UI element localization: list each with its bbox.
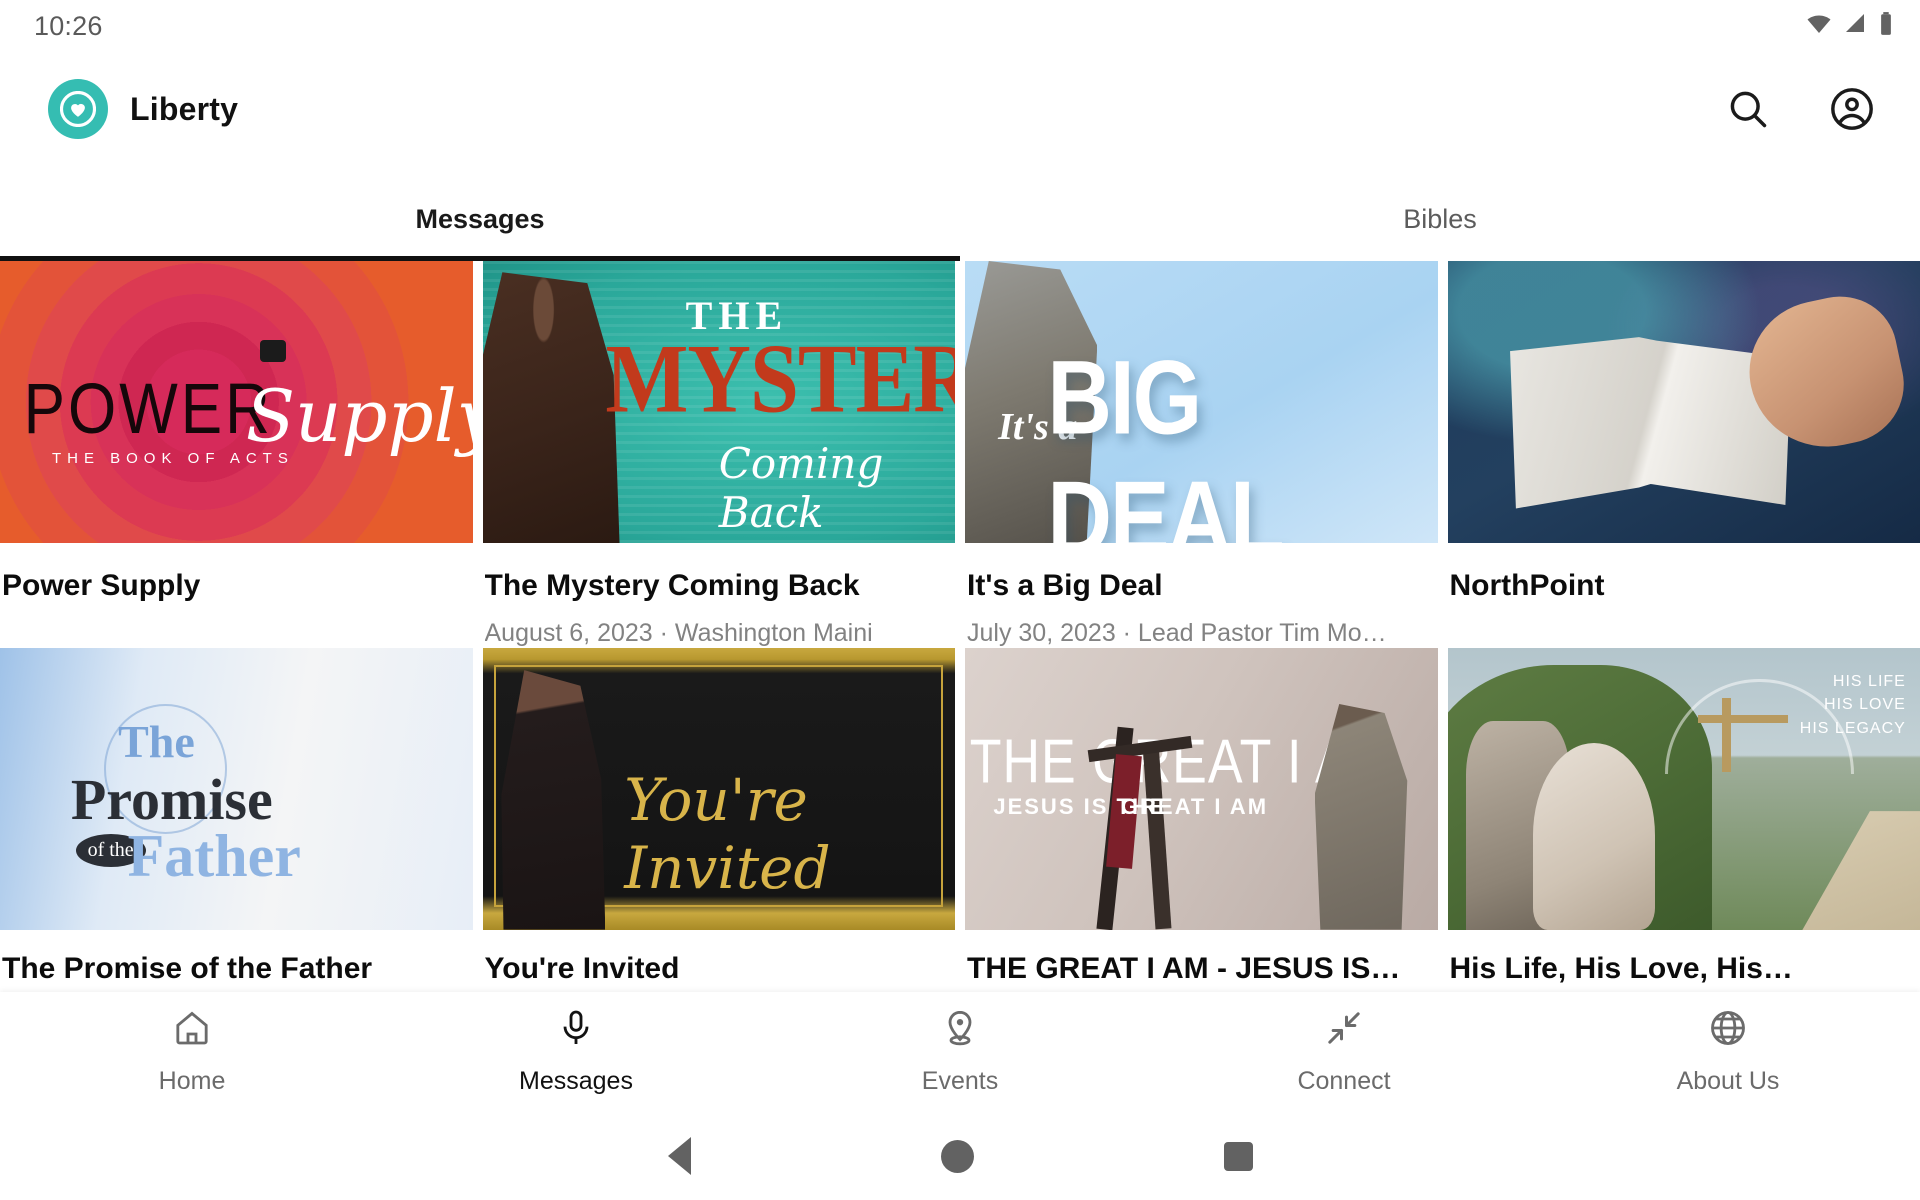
cellular-signal-icon [1843,12,1869,41]
message-card[interactable]: THE GREAT I AM JESUS IS THE GREAT I AM T… [965,647,1438,986]
artwork-big-deal: It's a BIG DEAL [965,261,1438,543]
wifi-icon [1804,12,1834,41]
nav-item-messages[interactable]: Messages [384,1008,768,1096]
artwork-great-i-am: THE GREAT I AM JESUS IS THE GREAT I AM [965,647,1438,930]
message-card[interactable]: POWER Supply THE BOOK OF ACTS Power Supp… [0,261,473,648]
tab-strip: Messages Bibles [0,166,1920,261]
message-card[interactable]: NorthPoint [1447,261,1920,648]
artwork-his-life-his-love: HIS LIFE HIS LOVE HIS LEGACY [1447,647,1920,930]
card-body: The Mystery Coming Back August 6, 2023 ·… [483,543,956,648]
nav-item-events[interactable]: Events [768,1008,1152,1096]
nav-item-about-us[interactable]: About Us [1536,1008,1920,1096]
card-title: His Life, His Love, His… [1449,951,1793,985]
card-title: It's a Big Deal [967,569,1163,602]
art-father: Father [127,823,301,890]
speaker-photo [482,272,620,543]
artwork-youre-invited: You're Invited [482,647,955,930]
card-thumbnail: The Promise of the Father [0,647,473,930]
nav-label: Messages [519,1067,633,1095]
nav-label: About Us [1676,1067,1780,1095]
microphone-icon [556,1008,596,1053]
artwork-power-supply: POWER Supply THE BOOK OF ACTS [0,261,473,543]
message-card[interactable]: It's a BIG DEAL It's a Big Deal July 30,… [965,261,1438,648]
card-title: Power Supply [2,569,201,602]
message-card[interactable]: THE MYSTERY Coming Back The Mystery Comi… [482,261,956,648]
android-system-navigation-bar [0,1112,1920,1200]
search-icon[interactable] [1720,81,1776,137]
card-body: His Life, His Love, His… [1448,930,1920,986]
message-grid-row-2: The Promise of the Father The Promise of… [0,647,1920,986]
art-line2: MYSTERY [605,324,955,434]
card-title: THE GREAT I AM - JESUS IS… [967,951,1401,985]
card-body: You're Invited [483,930,956,986]
status-bar: 10:26 [0,0,1920,52]
tab-messages[interactable]: Messages [0,204,960,261]
heart-in-circle-logo [48,79,108,139]
card-thumbnail: It's a BIG DEAL [965,261,1438,543]
cross-bar [1697,715,1788,724]
art-script: Coming Back [718,438,884,537]
message-grid-row-1: POWER Supply THE BOOK OF ACTS Power Supp… [0,261,1920,648]
brand-name: Liberty [130,90,239,127]
card-body: NorthPoint [1448,543,1920,619]
card-meta: July 30, 2023 · Lead Pastor Tim Mo… [967,618,1387,647]
artwork-northpoint-bible [1447,261,1920,543]
globe-icon [1708,1008,1748,1053]
dirt-path [1796,811,1920,930]
status-clock: 10:26 [34,10,103,41]
card-title: NorthPoint [1449,569,1605,602]
art-script: Supply [245,373,473,458]
artwork-promise-of-the-father: The Promise of the Father [0,647,473,930]
brand[interactable]: Liberty [48,79,238,139]
bottom-navigation-bar: Home Messages Events Connect About Us [0,992,1920,1112]
message-card[interactable]: HIS LIFE HIS LOVE HIS LEGACY His Life, H… [1447,647,1920,986]
card-title: You're Invited [484,951,680,985]
art-words: HIS LIFE HIS LOVE HIS LEGACY [1799,673,1906,737]
battery-icon [1878,11,1894,42]
messages-scroll-region[interactable]: POWER Supply THE BOOK OF ACTS Power Supp… [0,261,1920,1033]
card-body: THE GREAT I AM - JESUS IS… [965,930,1438,986]
plug-icon [259,339,286,362]
nav-label: Connect [1297,1067,1391,1095]
art-word: POWER [23,369,273,449]
nav-item-home[interactable]: Home [0,1008,384,1096]
card-title: The Promise of the Father [2,951,373,985]
card-meta: August 6, 2023 · Washington Maini [484,618,873,647]
status-icons [1804,11,1894,42]
card-body: Power Supply [0,543,473,619]
tab-bibles[interactable]: Bibles [960,204,1920,261]
android-home-button[interactable] [940,1139,974,1173]
app-bar: Liberty [0,52,1920,166]
art-the: The [118,716,195,768]
art-subtitle: THE BOOK OF ACTS [51,449,294,467]
app-bar-actions [1720,81,1880,137]
card-thumbnail: THE MYSTERY Coming Back [482,261,955,543]
art-sub2: GREAT I AM [1120,794,1269,820]
account-circle-icon[interactable] [1824,81,1880,137]
cross-shape [1721,698,1731,772]
nav-label: Events [921,1067,999,1095]
nav-item-connect[interactable]: Connect [1152,1008,1536,1096]
art-word: BIG DEAL [1047,339,1284,543]
card-body: The Promise of the Father [0,930,473,986]
rolled-stone [1532,743,1656,930]
card-title: The Mystery Coming Back [484,569,860,602]
message-card[interactable]: You're Invited You're Invited [482,647,956,986]
card-thumbnail [1447,261,1920,543]
card-body: It's a Big Deal July 30, 2023 · Lead Pas… [965,543,1438,648]
artwork-the-mystery: THE MYSTERY Coming Back [482,261,955,543]
android-recents-button[interactable] [1223,1141,1253,1171]
card-thumbnail: THE GREAT I AM JESUS IS THE GREAT I AM [965,647,1438,930]
nav-label: Home [158,1067,226,1095]
android-back-button[interactable] [667,1137,691,1175]
location-pin-icon [940,1008,980,1053]
card-thumbnail: You're Invited [482,647,955,930]
home-icon [172,1008,212,1053]
message-card[interactable]: The Promise of the Father The Promise of… [0,647,473,986]
art-script: You're Invited [624,766,831,903]
card-thumbnail: POWER Supply THE BOOK OF ACTS [0,261,473,543]
card-thumbnail: HIS LIFE HIS LOVE HIS LEGACY [1447,647,1920,930]
collapse-arrows-icon [1324,1008,1364,1053]
